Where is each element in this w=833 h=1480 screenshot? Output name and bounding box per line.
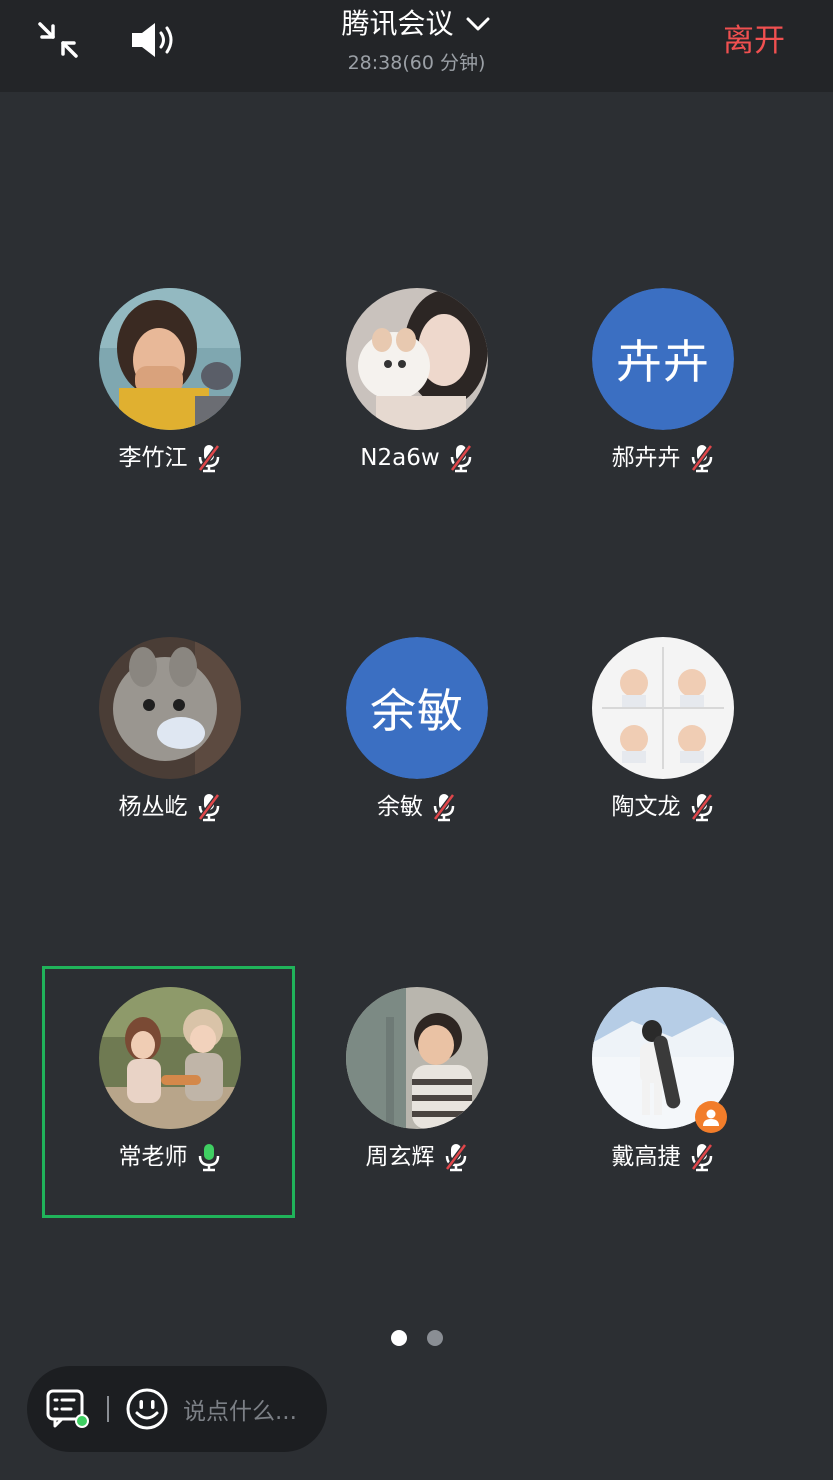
mic-muted-icon	[690, 793, 713, 822]
mic-active-icon	[198, 1144, 219, 1172]
participant-name-row: 郝卉卉	[563, 443, 763, 473]
participant-name-row: 戴高捷	[563, 1142, 763, 1172]
avatar: 余敏	[346, 637, 488, 779]
participant-tile[interactable]: 戴高捷	[563, 987, 763, 1187]
mic-muted-icon	[449, 444, 472, 473]
participant-tile[interactable]: 常老师	[70, 987, 270, 1187]
emoji-icon[interactable]	[125, 1387, 169, 1431]
chevron-down-icon	[466, 17, 489, 31]
participant-tile[interactable]: 杨丛屹	[70, 637, 270, 837]
page-dot-1[interactable]	[390, 1330, 407, 1346]
leave-button[interactable]: 离开	[723, 20, 785, 62]
chat-bar: 说点什么...	[27, 1366, 327, 1452]
participant-tile[interactable]: 余敏 余敏	[317, 637, 517, 837]
participant-name-row: 杨丛屹	[70, 792, 270, 822]
meeting-title: 腾讯会议	[341, 7, 454, 40]
avatar	[99, 288, 241, 430]
mic-muted-icon	[444, 1143, 467, 1172]
participant-tile[interactable]: 李竹江	[70, 288, 270, 488]
participant-name: 余敏	[377, 794, 423, 820]
participant-name: 郝卉卉	[611, 445, 681, 471]
participant-name: 周玄辉	[365, 1144, 435, 1170]
avatar	[346, 288, 488, 430]
participant-tile[interactable]: 周玄辉	[317, 987, 517, 1187]
host-badge-icon	[695, 1101, 727, 1133]
meeting-timer: 28:38(60 分钟)	[347, 52, 486, 74]
participant-name: 李竹江	[118, 445, 188, 471]
participant-name: N2a6w	[360, 445, 440, 471]
participant-tile[interactable]: 陶文龙	[563, 637, 763, 837]
chat-input[interactable]: 说点什么...	[183, 1392, 313, 1426]
participant-name-row: 李竹江	[70, 443, 270, 473]
avatar	[99, 987, 241, 1129]
avatar	[346, 987, 488, 1129]
participant-name: 杨丛屹	[118, 794, 188, 820]
participant-name: 戴高捷	[611, 1144, 681, 1170]
participant-tile[interactable]: N2a6w	[317, 288, 517, 488]
participant-name: 陶文龙	[611, 794, 681, 820]
top-bar: 腾讯会议 28:38(60 分钟) 离开	[0, 0, 833, 92]
participant-name-row: N2a6w	[317, 443, 517, 473]
participant-name-row: 常老师	[70, 1142, 270, 1172]
avatar: 卉卉	[592, 288, 734, 430]
participant-name-row: 余敏	[317, 792, 517, 822]
participant-name: 常老师	[118, 1144, 188, 1170]
page-dot-2[interactable]	[426, 1330, 443, 1346]
avatar	[99, 637, 241, 779]
avatar	[592, 637, 734, 779]
chat-list-icon[interactable]	[45, 1388, 91, 1430]
divider	[107, 1396, 109, 1422]
participant-name-row: 周玄辉	[317, 1142, 517, 1172]
avatar-initials: 余敏	[346, 637, 488, 779]
mic-muted-icon	[433, 793, 455, 822]
participant-tile[interactable]: 卉卉 郝卉卉	[563, 288, 763, 488]
mic-muted-icon	[690, 444, 713, 473]
mic-muted-icon	[197, 444, 220, 473]
meeting-title-dropdown[interactable]: 腾讯会议	[341, 6, 491, 42]
mic-muted-icon	[197, 793, 220, 822]
page-indicator	[0, 1330, 833, 1346]
meeting-header: 腾讯会议 28:38(60 分钟)	[0, 6, 833, 74]
mic-muted-icon	[690, 1143, 713, 1172]
avatar-initials: 卉卉	[592, 288, 734, 430]
participant-name-row: 陶文龙	[563, 792, 763, 822]
